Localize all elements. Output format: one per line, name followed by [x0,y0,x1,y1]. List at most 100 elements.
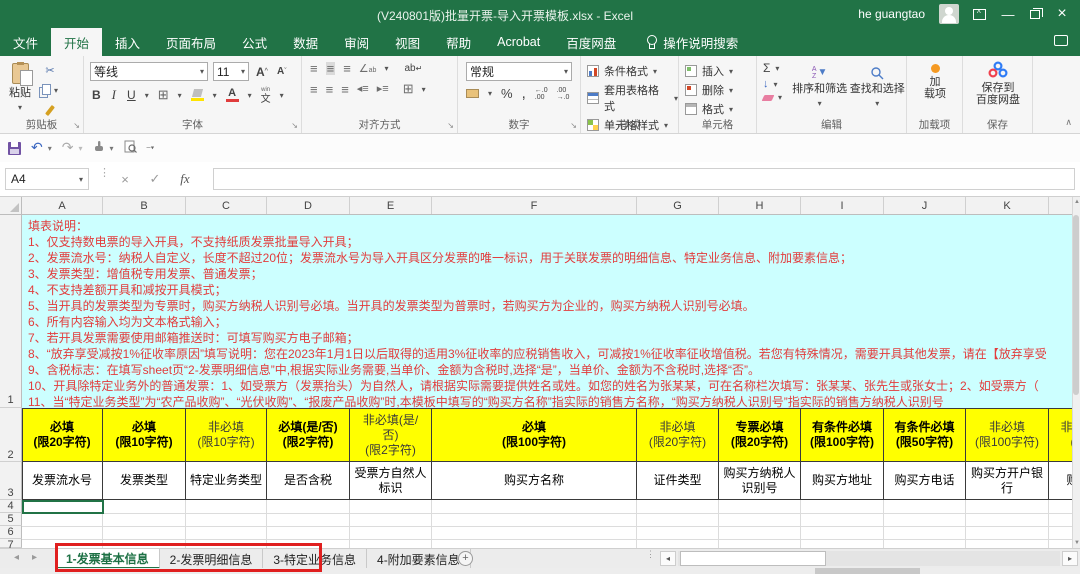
increase-decimal-button[interactable]: ←.0 .00 [535,87,548,101]
undo-button[interactable]: ↶ [31,140,43,155]
tab-insert[interactable]: 插入 [102,28,153,56]
cell-g3[interactable]: 证件类型 [637,462,719,500]
save-to-netdisk-button[interactable]: 保存到 百度网盘 [963,56,1033,118]
empty-rows[interactable] [0,500,1072,548]
increase-indent-button[interactable]: ▸≡ [377,83,389,96]
cell-a2[interactable]: 必填 (限20字符) [22,408,103,462]
sort-filter-button[interactable]: A Z ▼ 排序和筛选 ▾ [791,61,849,123]
close-button[interactable]: × [1054,5,1070,23]
new-sheet-button[interactable]: + [458,551,473,566]
enter-formula-button[interactable]: ✓ [142,168,168,190]
column-header-e[interactable]: E [350,197,432,214]
hscroll-right-icon[interactable]: ▸ [1062,551,1078,566]
tab-home[interactable]: 开始 [51,28,103,56]
cell-k2[interactable]: 非必填 (限100字符) [966,408,1049,462]
cell-c3[interactable]: 特定业务类型 [186,462,267,500]
comma-button[interactable]: , [522,86,526,101]
align-center-button[interactable]: ≡ [326,83,334,96]
cancel-formula-button[interactable]: × [112,168,138,190]
clipboard-dialog-launcher[interactable]: ↘ [73,121,80,130]
minimize-button[interactable]: — [1000,7,1016,22]
cell-d3[interactable]: 是否含税 [267,462,350,500]
vertical-scroll-thumb[interactable] [1073,215,1079,395]
delete-cells-button[interactable]: 删除 ▾ [685,82,756,98]
cell-e3[interactable]: 受票方自然人 标识 [350,462,432,500]
cell-h3[interactable]: 购买方纳税人 识别号 [719,462,801,500]
touch-mode-button[interactable] [93,140,105,156]
tell-me-search[interactable]: 操作说明搜索 [645,28,738,56]
column-header-h[interactable]: H [719,197,801,214]
column-header-l[interactable]: L [1049,197,1072,214]
percent-button[interactable]: % [501,86,513,101]
alignment-dialog-launcher[interactable]: ↘ [447,121,454,130]
wrap-text-button[interactable]: ab↵ [404,63,422,74]
cell-d2[interactable]: 必填(是/否) (限2字符) [267,408,350,462]
cell-f3[interactable]: 购买方名称 [432,462,637,500]
paste-button[interactable]: 粘贴 ▾ [0,56,40,118]
horizontal-scroll-thumb[interactable] [680,551,826,566]
number-dialog-launcher[interactable]: ↘ [570,121,577,130]
cell-i2[interactable]: 有条件必填 (限100字符) [801,408,884,462]
align-left-button[interactable]: ≡ [310,83,318,96]
cell-f2[interactable]: 必填 (限100字符) [432,408,637,462]
font-size-combo[interactable]: 11 ▾ [213,62,249,81]
font-dialog-launcher[interactable]: ↘ [291,121,298,130]
column-header-j[interactable]: J [884,197,966,214]
format-cells-button[interactable]: 格式 ▾ [685,101,756,117]
cell-h2[interactable]: 专票必填 (限20字符) [719,408,801,462]
sheet-nav-left-icon[interactable]: ◂ [14,552,19,563]
redo-button[interactable]: ↷ [62,140,74,155]
cell-g2[interactable]: 非必填 (限20字符) [637,408,719,462]
sheet-nav-right-icon[interactable]: ▸ [32,552,37,563]
restore-button[interactable] [1030,7,1043,19]
align-middle-button[interactable]: ≡ [325,62,336,75]
select-all-corner[interactable] [0,197,22,215]
tab-splitter[interactable]: ⋮ [646,550,655,559]
tab-review[interactable]: 审阅 [331,28,382,56]
column-header-d[interactable]: D [267,197,350,214]
scroll-down-icon[interactable]: ▼ [1073,540,1080,546]
align-top-button[interactable]: ≡ [310,62,318,75]
save-button-qat[interactable] [8,141,21,155]
autosum-button[interactable]: Σ ▾ [763,61,791,75]
tab-help[interactable]: 帮助 [433,28,484,56]
bold-button[interactable]: B [90,86,103,104]
column-header-g[interactable]: G [637,197,719,214]
namebox-splitter[interactable]: ⋮ [99,168,110,179]
cell-k3[interactable]: 购买方开户银 行 [966,462,1049,500]
column-header-i[interactable]: I [801,197,884,214]
align-right-button[interactable]: ≡ [341,83,349,96]
fill-button[interactable]: ↓ ▾ [763,78,791,90]
cell-b2[interactable]: 必填 (限10字符) [103,408,186,462]
decrease-decimal-button[interactable]: .00 →.0 [557,87,570,101]
collapse-ribbon-icon[interactable]: ∧ [1065,117,1072,128]
instructions-cell[interactable]: 填表说明： 1、仅支持数电票的导入开具，不支持纸质发票批量导入开具； 2、发票流… [22,215,1072,408]
tab-page-layout[interactable]: 页面布局 [153,28,229,56]
active-cell-a4[interactable] [22,500,104,514]
borders-button[interactable]: ⊞ [156,86,171,104]
cell-e2[interactable]: 非必填(是/ 否) (限2字符) [350,408,432,462]
cell-j2[interactable]: 有条件必填 (限50字符) [884,408,966,462]
sheet-tab-extra-elements[interactable]: 4-附加要素信息 [367,549,471,569]
column-header-a[interactable]: A [22,197,103,214]
cell-b3[interactable]: 发票类型 [103,462,186,500]
print-preview-button[interactable] [124,140,137,157]
cell-a3[interactable]: 发票流水号 [22,462,103,500]
number-format-combo[interactable]: 常规 ▾ [466,62,572,81]
cell-i3[interactable]: 购买方地址 [801,462,884,500]
tab-acrobat[interactable]: Acrobat [484,28,553,56]
name-box[interactable]: A4 ▾ [5,168,89,190]
addins-button[interactable]: 加 载项 [907,56,963,118]
qat-customize-button[interactable]: ⎯▾ [147,143,155,153]
merge-center-button[interactable]: ⊞ [403,81,414,97]
column-header-b[interactable]: B [103,197,186,214]
comment-icon[interactable] [1054,35,1068,46]
underline-button[interactable]: U [125,86,138,104]
align-bottom-button[interactable]: ≡ [343,62,351,75]
column-header-f[interactable]: F [432,197,637,214]
tab-data[interactable]: 数据 [280,28,331,56]
ribbon-display-options-icon[interactable] [973,8,986,20]
formula-input[interactable] [213,168,1075,190]
font-name-combo[interactable]: 等线 ▾ [90,62,208,81]
insert-cells-button[interactable]: 插入 ▾ [685,63,756,79]
